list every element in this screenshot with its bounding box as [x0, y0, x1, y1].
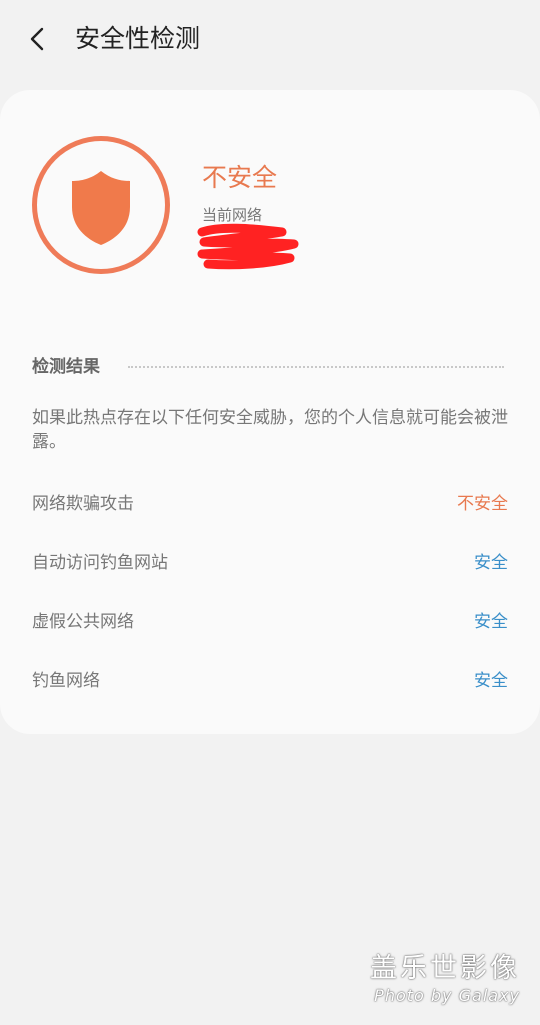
watermark-credit: Photo by Galaxy	[374, 986, 520, 1005]
result-status: 安全	[474, 670, 508, 691]
result-status: 安全	[474, 552, 508, 573]
app-header: 安全性检测	[0, 0, 540, 80]
back-button[interactable]	[22, 24, 52, 54]
shield-icon	[72, 171, 130, 245]
result-status: 不安全	[457, 493, 508, 514]
results-description: 如果此热点存在以下任何安全威胁，您的个人信息就可能会被泄露。	[32, 408, 508, 452]
back-arrow-icon	[30, 27, 44, 51]
page-title: 安全性检测	[75, 24, 201, 53]
result-label: 网络欺骗攻击	[32, 493, 134, 514]
result-status: 安全	[474, 611, 508, 632]
result-row-phishing-network: 钓鱼网络 安全	[32, 663, 508, 693]
result-label: 钓鱼网络	[32, 670, 100, 691]
result-label: 虚假公共网络	[32, 611, 134, 632]
result-row-fake-network: 虚假公共网络 安全	[32, 604, 508, 634]
result-row-spoofing: 网络欺骗攻击 不安全	[32, 486, 508, 516]
section-divider	[128, 366, 504, 368]
shield-badge	[32, 136, 170, 274]
security-status: 不安全	[202, 163, 278, 192]
security-card: 不安全 当前网络 检测结果 如果此热点存在以下任何安全威胁，您的个人信息就可能会…	[0, 90, 540, 734]
redacted-network-name	[197, 223, 299, 270]
result-label: 自动访问钓鱼网站	[32, 552, 168, 573]
camera-watermark: 盖乐世影像 Photo by Galaxy	[370, 952, 520, 1006]
results-title: 检测结果	[32, 357, 100, 377]
result-row-phishing-site: 自动访问钓鱼网站 安全	[32, 545, 508, 575]
watermark-brand: 盖乐世影像	[370, 953, 520, 984]
